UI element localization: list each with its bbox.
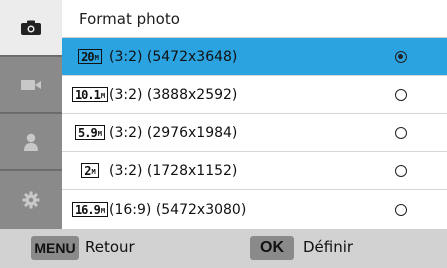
tab-video[interactable] — [0, 57, 62, 113]
option-label: (3:2) (1728x1152) — [109, 162, 238, 179]
option-label: (3:2) (2976x1984) — [109, 124, 238, 141]
ok-key-button[interactable]: OK — [250, 236, 294, 260]
option-row-10-1m[interactable]: 10.1 M (3:2) (3888x2592) — [62, 76, 447, 114]
radio-unselected[interactable] — [395, 203, 407, 216]
option-row-2m[interactable]: 2M (3:2) (1728x1152) — [62, 152, 447, 190]
tab-person[interactable] — [0, 114, 62, 170]
tab-camera[interactable] — [0, 0, 62, 56]
radio-unselected[interactable] — [395, 126, 407, 139]
radio-unselected[interactable] — [395, 88, 407, 101]
option-row-20m[interactable]: 20 M (3:2) (5472x3648) — [62, 38, 447, 76]
photo-format-screen: Format photo 20 M (3:2) (5472x3648) 10.1 M… — [0, 0, 447, 268]
option-row-5-9m[interactable]: 5.9 M (3:2) (2976x1984) — [62, 114, 447, 152]
options-panel: Format photo 20 M (3:2) (5472x3648) 10.1 M… — [62, 0, 447, 229]
footer-bar: MENU Retour OK Définir — [0, 229, 447, 268]
photo-size-10-1m-icon: 10.1 M — [71, 87, 109, 103]
gear-icon — [22, 191, 40, 209]
radio-unselected[interactable] — [395, 164, 407, 177]
option-row-16-9m[interactable]: 16.9 M (16:9) (5472x3080) — [62, 190, 447, 229]
option-label: (3:2) (5472x3648) — [109, 48, 238, 65]
back-label: Retour — [85, 238, 135, 256]
person-icon — [24, 133, 38, 151]
video-camera-icon — [21, 79, 41, 90]
photo-size-16-9m-icon: 16.9 M — [71, 202, 109, 218]
option-label: (16:9) (5472x3080) — [109, 201, 247, 218]
menu-key-button[interactable]: MENU — [31, 236, 79, 260]
option-label: (3:2) (3888x2592) — [109, 86, 238, 103]
sidebar-tabs — [0, 0, 62, 229]
photo-size-5-9m-icon: 5.9 M — [75, 125, 105, 141]
camera-icon — [21, 20, 41, 35]
photo-size-2m-icon: 2M — [78, 163, 102, 179]
photo-size-20m-icon: 20 M — [78, 49, 102, 65]
define-label: Définir — [303, 238, 354, 256]
page-title: Format photo — [62, 0, 447, 38]
radio-selected[interactable] — [395, 50, 407, 63]
tab-settings[interactable] — [0, 171, 62, 229]
